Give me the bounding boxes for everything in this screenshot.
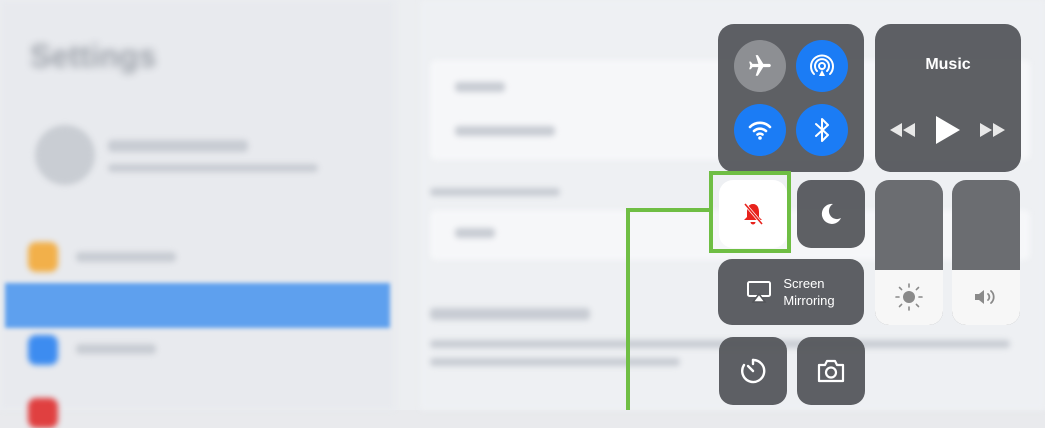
rewind-icon[interactable]	[890, 123, 916, 137]
timer-icon	[741, 358, 766, 384]
blurred-text	[455, 228, 495, 238]
fast-forward-icon[interactable]	[980, 123, 1006, 137]
settings-row-icon	[28, 335, 58, 365]
blurred-text	[455, 126, 555, 136]
airplay-icon	[747, 281, 772, 303]
screen-mirroring-button[interactable]: Screen Mirroring	[718, 259, 864, 325]
play-icon[interactable]	[936, 116, 960, 144]
blurred-text	[108, 164, 318, 172]
selected-settings-row	[5, 283, 390, 328]
settings-title: Settings	[30, 38, 157, 74]
do-not-disturb-toggle[interactable]	[797, 180, 865, 248]
airdrop-toggle[interactable]	[796, 40, 848, 92]
bluetooth-icon	[815, 118, 829, 142]
blurred-text	[76, 344, 156, 354]
music-title: Music	[925, 56, 971, 73]
wifi-toggle[interactable]	[734, 104, 786, 156]
timer-button[interactable]	[719, 337, 787, 405]
brightness-slider[interactable]	[875, 180, 943, 325]
volume-slider[interactable]	[952, 180, 1020, 325]
avatar	[35, 125, 95, 185]
moon-icon	[821, 203, 841, 224]
speaker-icon	[975, 290, 995, 305]
music-controls	[875, 116, 1021, 144]
connectivity-tile	[718, 24, 864, 172]
brightness-level	[875, 269, 943, 325]
bluetooth-toggle[interactable]	[796, 104, 848, 156]
blurred-text	[430, 308, 590, 320]
settings-row-icon	[28, 242, 58, 272]
airplane-mode-toggle[interactable]	[734, 40, 786, 92]
screen-mirroring-label: Screen Mirroring	[783, 275, 834, 309]
blurred-text	[455, 82, 505, 92]
settings-row-icon	[28, 398, 58, 428]
screen-mirroring-line1: Screen	[783, 276, 825, 291]
wifi-icon	[748, 121, 772, 140]
callout-line	[626, 208, 710, 410]
screen-mirroring-line2: Mirroring	[783, 293, 835, 308]
camera-button[interactable]	[797, 337, 865, 405]
camera-icon	[817, 359, 845, 383]
music-tile[interactable]: Music	[875, 24, 1021, 172]
blurred-text	[430, 188, 560, 196]
volume-level	[952, 269, 1020, 325]
highlight-box	[709, 171, 791, 253]
airdrop-icon	[810, 54, 834, 76]
blurred-text	[76, 252, 176, 262]
airplane-icon	[749, 55, 771, 76]
blurred-text	[108, 140, 248, 152]
sun-icon	[895, 283, 923, 312]
